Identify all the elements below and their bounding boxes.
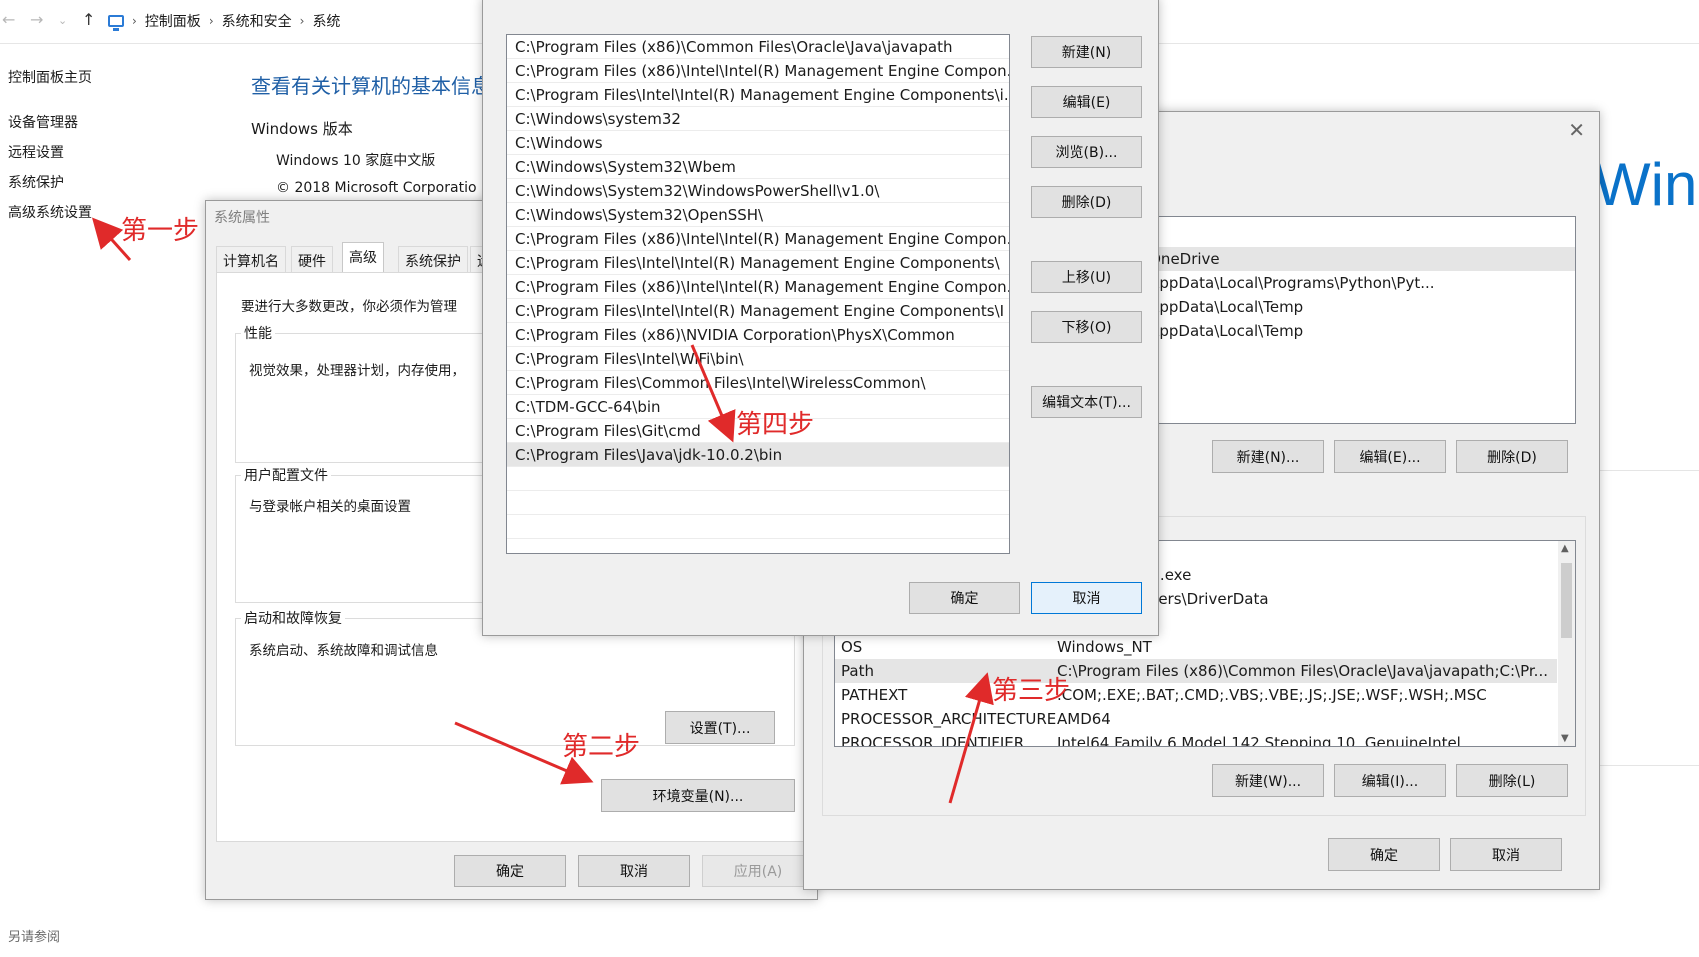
step2-label: 第二步 bbox=[562, 732, 641, 762]
step1-label: 第一步 bbox=[121, 216, 200, 246]
step4-label: 第四步 bbox=[736, 410, 815, 440]
step3-arrow bbox=[948, 672, 994, 804]
annotation-arrows bbox=[91, 217, 994, 804]
step4-arrow bbox=[690, 344, 736, 443]
step3-label: 第三步 bbox=[992, 676, 1071, 706]
